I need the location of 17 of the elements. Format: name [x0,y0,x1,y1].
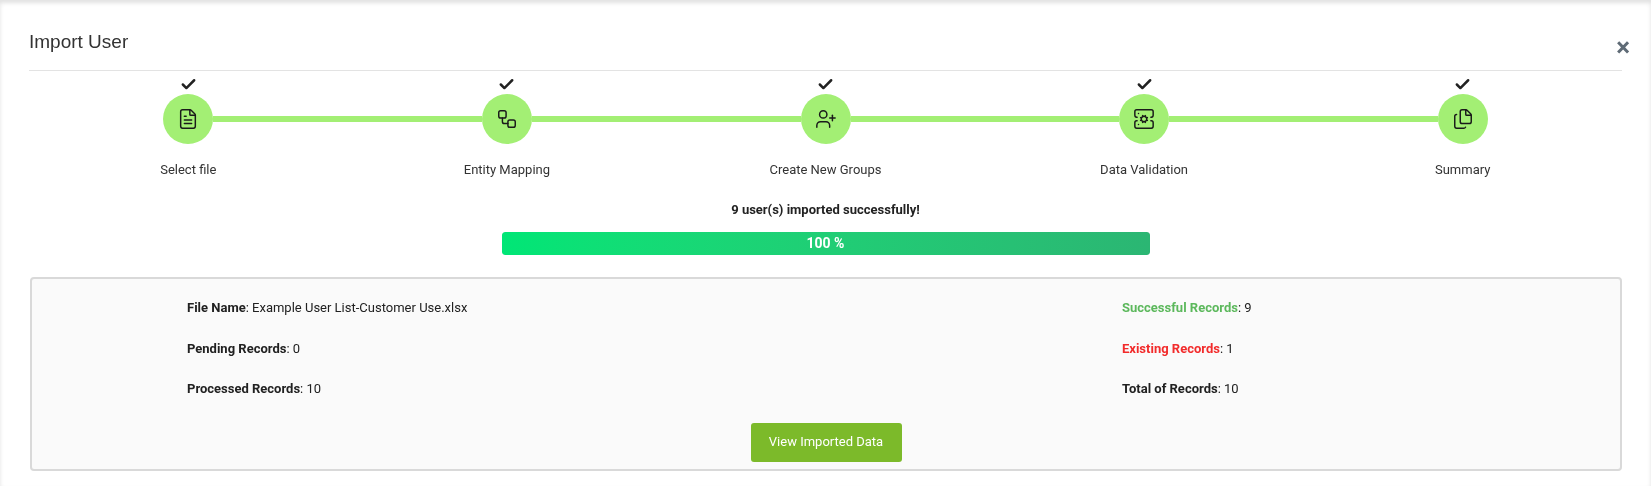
flowchart-icon [495,108,518,130]
record-line: Processed Records: 10 [187,380,323,398]
record-line: Successful Records: 9 [1122,299,1252,317]
step-label: Select file [160,161,217,179]
record-line: Total of Records: 10 [1122,380,1240,398]
documents-icon [1451,108,1474,130]
step-label: Create New Groups [769,161,882,179]
step-label: Data Validation [1100,161,1189,179]
step-label: Entity Mapping [463,161,551,179]
record-line: Existing Records: 1 [1122,339,1235,358]
record-line: File Name: Example User List-Customer Use.xlsx [187,299,469,317]
dialog-title: Import User [29,30,129,54]
step-label: Summary [1434,161,1491,179]
success-message: 9 user(s) imported successfully! [730,200,921,219]
record-line: Pending Records: 0 [187,339,302,358]
close-button[interactable]: × [1616,34,1630,60]
progress-reading: 100 % [806,234,845,253]
